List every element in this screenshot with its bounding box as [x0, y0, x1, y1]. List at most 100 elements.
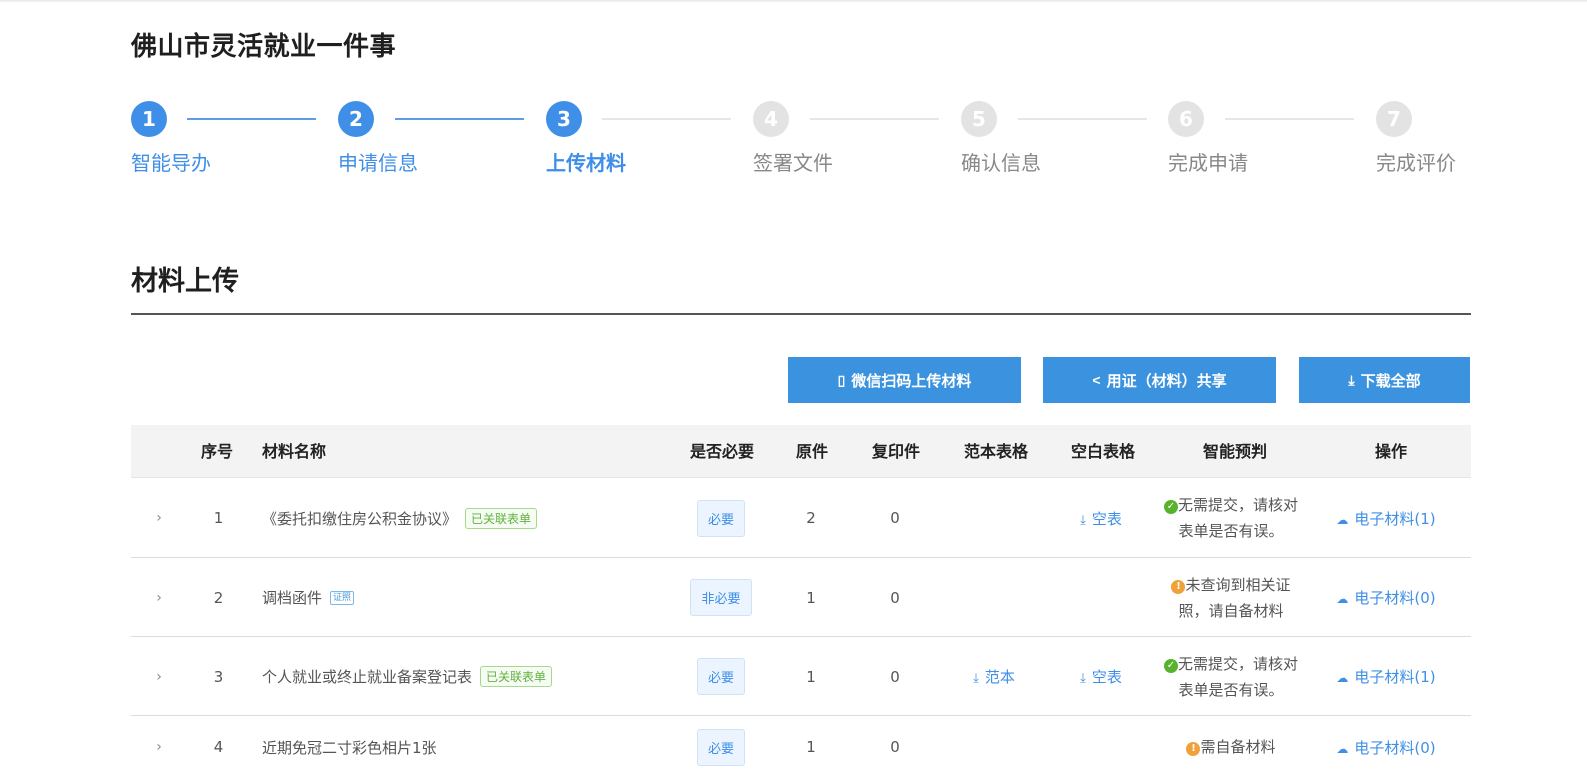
col-sample: 范本表格 — [964, 442, 1029, 461]
warning-circle-icon: ! — [1186, 742, 1201, 756]
material-name: 《委托扣缴住房公积金协议》 — [262, 509, 458, 528]
col-copy: 复印件 — [872, 442, 921, 461]
step-connector — [395, 118, 524, 120]
download-all-button[interactable]: ⤓ 下载全部 — [1299, 357, 1470, 403]
judge-text: 未查询到相关证照，请自备材料 — [1178, 575, 1291, 620]
material-name-cell: 调档函件 证照 — [262, 558, 355, 637]
judge-cell: ✓ 无需提交，请核对表单是否有误。 — [1161, 637, 1301, 716]
required-cell: 非必要 — [681, 558, 761, 637]
step-3[interactable]: 3 上传材料 — [546, 101, 626, 175]
electronic-material-label: 电子材料(1) — [1354, 509, 1436, 528]
step-label: 申请信息 — [338, 151, 418, 175]
judge-text: 无需提交，请核对表单是否有误。 — [1177, 654, 1298, 699]
required-cell: 必要 — [681, 637, 761, 716]
table-header: 序号 材料名称 是否必要 原件 复印件 范本表格 空白表格 智能预判 操作 — [131, 425, 1471, 478]
step-2[interactable]: 2 申请信息 — [338, 101, 418, 175]
original-count: 1 — [806, 738, 816, 756]
original-count: 1 — [806, 667, 816, 686]
chevron-right-icon: › — [156, 739, 162, 755]
copy-count: 0 — [890, 667, 900, 686]
material-name-cell: 《委托扣缴住房公积金协议》 已关联表单 — [262, 478, 538, 558]
electronic-material-link[interactable]: ☁ 电子材料(0) — [1326, 716, 1446, 769]
cloud-upload-icon: ☁ — [1336, 741, 1349, 756]
section-title: 材料上传 — [131, 266, 239, 297]
top-shadow — [0, 0, 1587, 3]
id-card-icon: 证照 — [330, 590, 355, 605]
electronic-material-link[interactable]: ☁ 电子材料(1) — [1326, 478, 1446, 558]
sample-form-download-link[interactable]: ⤓ 范本 — [954, 637, 1034, 716]
copy-count: 0 — [890, 509, 900, 527]
check-circle-icon: ✓ — [1163, 500, 1178, 514]
step-number: 4 — [753, 101, 789, 137]
required-badge: 非必要 — [690, 579, 752, 616]
wechat-scan-upload-label: 微信扫码上传材料 — [851, 372, 972, 390]
step-label: 完成评价 — [1376, 151, 1456, 175]
share-icon: < — [1092, 372, 1101, 388]
step-6: 6 完成申请 — [1168, 101, 1248, 175]
step-connector — [602, 118, 731, 120]
warning-circle-icon: ! — [1171, 579, 1186, 594]
row-expand-toggle[interactable]: › — [149, 716, 169, 769]
step-connector — [810, 118, 939, 120]
row-index: 3 — [213, 667, 224, 686]
cloud-upload-icon: ☁ — [1336, 671, 1349, 685]
col-judge: 智能预判 — [1203, 442, 1268, 461]
linked-form-tag: 已关联表单 — [465, 507, 538, 529]
material-name: 近期免冠二寸彩色相片1张 — [262, 738, 437, 757]
progress-stepper: 1 智能导办 2 申请信息 3 上传材料 4 签署文件 5 确认信息 6 完成申… — [131, 101, 1471, 181]
chevron-right-icon: › — [156, 510, 162, 526]
required-badge: 必要 — [696, 499, 745, 537]
cloud-upload-icon: ☁ — [1336, 592, 1349, 606]
judge-text: 需自备材料 — [1200, 738, 1276, 756]
materials-table: 序号 材料名称 是否必要 原件 复印件 范本表格 空白表格 智能预判 操作 › … — [131, 425, 1471, 769]
step-number: 2 — [338, 101, 374, 137]
step-label: 确认信息 — [961, 151, 1041, 175]
cloud-upload-icon: ☁ — [1336, 512, 1349, 527]
required-badge: 必要 — [696, 658, 745, 695]
col-blank: 空白表格 — [1071, 442, 1136, 461]
step-1[interactable]: 1 智能导办 — [131, 101, 211, 175]
judge-cell: ! 需自备材料 — [1161, 716, 1301, 769]
required-cell: 必要 — [681, 478, 761, 558]
step-4: 4 签署文件 — [753, 101, 833, 175]
judge-text: 无需提交，请核对表单是否有误。 — [1177, 496, 1298, 540]
page-title: 佛山市灵活就业一件事 — [131, 32, 397, 62]
electronic-material-link[interactable]: ☁ 电子材料(1) — [1326, 637, 1446, 716]
check-circle-icon: ✓ — [1163, 658, 1178, 673]
download-icon: ⤓ — [973, 671, 979, 686]
judge-cell: ✓ 无需提交，请核对表单是否有误。 — [1161, 478, 1301, 558]
material-name-cell: 个人就业或终止就业备案登记表 已关联表单 — [262, 637, 553, 716]
share-materials-button[interactable]: < 用证（材料）共享 — [1043, 357, 1276, 403]
blank-form-label: 空表 — [1091, 509, 1122, 528]
phone-icon: ▯ — [837, 371, 846, 388]
table-row: › 4 近期免冠二寸彩色相片1张 必要 1 0 ! 需自备材料 ☁ 电子材料(0) — [131, 716, 1471, 769]
blank-form-download-link[interactable]: ⤓ 空表 — [1061, 637, 1141, 716]
row-expand-toggle[interactable]: › — [149, 478, 169, 558]
col-original: 原件 — [796, 442, 829, 461]
table-row: › 2 调档函件 证照 非必要 1 0 ! 未查询到相关证照，请自备材料 ☁ 电子材… — [131, 558, 1471, 637]
col-required: 是否必要 — [690, 442, 755, 461]
wechat-scan-upload-button[interactable]: ▯ 微信扫码上传材料 — [788, 357, 1021, 403]
blank-form-download-link[interactable]: ⤓ 空表 — [1061, 478, 1141, 558]
electronic-material-label: 电子材料(0) — [1354, 738, 1436, 757]
electronic-material-label: 电子材料(0) — [1354, 589, 1436, 607]
step-label: 上传材料 — [546, 151, 626, 175]
copy-count: 0 — [890, 588, 900, 607]
share-materials-label: 用证（材料）共享 — [1106, 372, 1227, 390]
row-index: 1 — [213, 509, 224, 527]
linked-form-tag: 已关联表单 — [480, 666, 553, 687]
row-expand-toggle[interactable]: › — [149, 558, 169, 637]
col-action: 操作 — [1375, 442, 1408, 461]
step-5: 5 确认信息 — [961, 101, 1041, 175]
copy-count: 0 — [890, 738, 900, 756]
step-number: 5 — [961, 101, 997, 137]
blank-form-label: 空表 — [1091, 668, 1122, 686]
original-count: 2 — [806, 509, 816, 527]
row-index: 4 — [213, 738, 224, 756]
step-number: 3 — [546, 101, 582, 137]
step-label: 智能导办 — [131, 151, 211, 175]
row-expand-toggle[interactable]: › — [149, 637, 169, 716]
table-row: › 3 个人就业或终止就业备案登记表 已关联表单 必要 1 0 ⤓ 范本 ⤓ 空表 … — [131, 637, 1471, 716]
material-name: 个人就业或终止就业备案登记表 — [262, 668, 473, 686]
electronic-material-link[interactable]: ☁ 电子材料(0) — [1326, 558, 1446, 637]
